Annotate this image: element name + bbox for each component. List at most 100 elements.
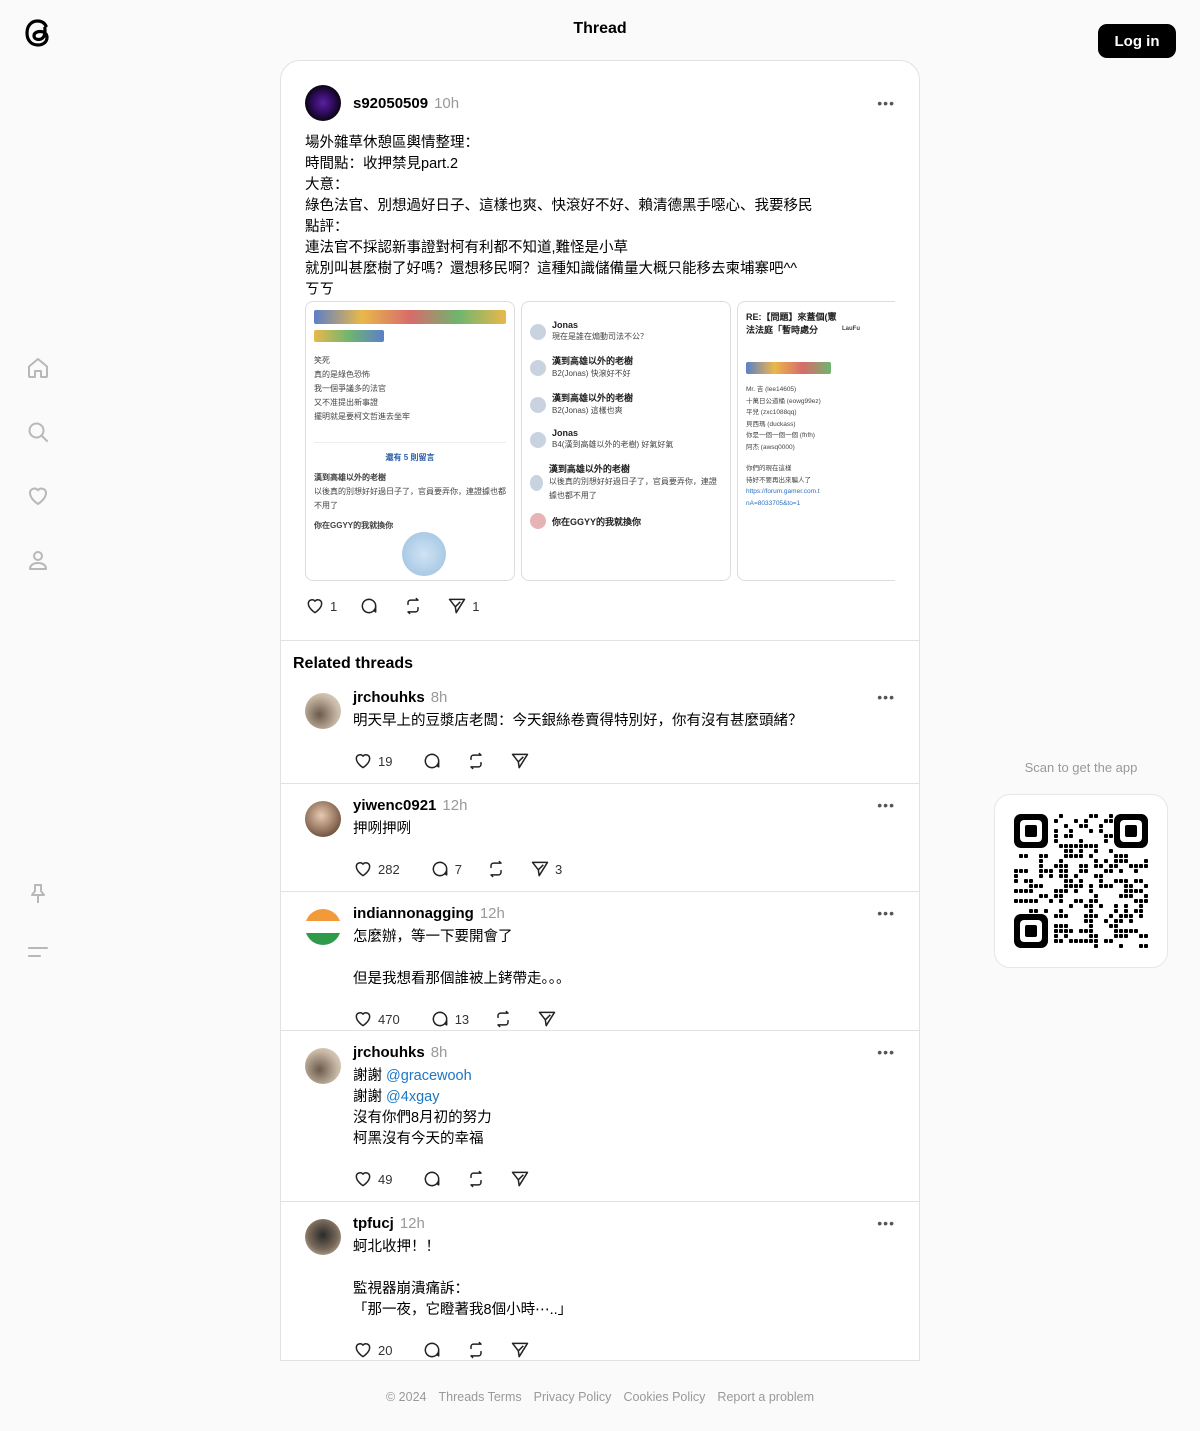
like-button[interactable]: 19 [353, 751, 392, 771]
more-icon[interactable]: ••• [877, 905, 895, 921]
comment-line: 待好不要再出來騙人了 [746, 476, 811, 484]
avatar[interactable] [305, 1048, 341, 1084]
reply-button[interactable]: 7 [430, 859, 462, 879]
login-button[interactable]: Log in [1098, 24, 1176, 58]
repost-button[interactable] [493, 1009, 513, 1029]
heart-icon [355, 1343, 371, 1358]
more-icon[interactable]: ••• [877, 95, 895, 111]
gallery-image[interactable]: 笑死 真的是綠色恐怖 我一個爭議多的法官 又不准提出新事證 擺明就是要柯文哲進去… [305, 301, 515, 581]
reply-button[interactable] [359, 596, 379, 616]
comment-line: 你是一個一個一個 (fhfh) [746, 432, 815, 439]
repost-button[interactable] [486, 859, 506, 879]
thread-username[interactable]: tpfucj [353, 1215, 394, 1232]
avatar[interactable] [305, 85, 341, 121]
comment-text: B4(漢到高雄以外的老樹) 好氣好氣 [552, 440, 674, 449]
share-button[interactable]: 3 [530, 859, 562, 879]
comment-icon [425, 1342, 440, 1358]
divider [281, 1030, 919, 1031]
related-thread[interactable]: indiannonagging 12h ••• 怎麼辦，等一下要開會了 但是我想… [305, 901, 895, 1034]
footer-link-cookies[interactable]: Cookies Policy [623, 1390, 705, 1404]
repost-icon [470, 1341, 483, 1359]
repost-button[interactable] [403, 596, 423, 616]
share-button[interactable] [510, 1340, 530, 1360]
gallery-image[interactable]: Jonas 現在是誰在煽動司法不公？ 漢到高雄以外的老樹 B2(Jonas) 快滾好… [521, 301, 731, 581]
profile-icon[interactable] [24, 546, 52, 574]
reply-button[interactable] [422, 1340, 442, 1360]
avatar[interactable] [305, 693, 341, 729]
comment-icon [425, 753, 440, 769]
send-icon [538, 1011, 556, 1027]
heart-icon[interactable] [24, 482, 52, 510]
reply-button[interactable]: 13 [430, 1009, 469, 1029]
more-icon[interactable]: ••• [877, 689, 895, 705]
main-post: s92050509 10h ••• 場外雜草休憩區輿情整理： 時間點：收押禁見p… [305, 83, 895, 621]
comment-line: 真的是綠色恐怖 [314, 370, 370, 379]
search-icon[interactable] [24, 418, 52, 446]
send-icon [512, 1171, 529, 1187]
like-button[interactable]: 282 [353, 859, 400, 879]
thread-text: 蚵北收押！！ 監視器崩潰痛訴： 「那一夜，它瞪著我8個小時⋯..」 [353, 1239, 573, 1318]
post-actions: 1 1 [305, 591, 895, 621]
comment-text: 以後真的別想好好過日子了，官員要弄你，連證據也都不用了 [548, 477, 717, 500]
thread-username[interactable]: jrchouhks [353, 689, 425, 706]
thread-username[interactable]: jrchouhks [353, 1044, 425, 1061]
comment-text: 現在是誰在煽動司法不公？ [552, 332, 648, 341]
share-button[interactable] [510, 1169, 530, 1189]
share-count: 3 [554, 861, 563, 877]
menu-icon[interactable] [24, 938, 52, 966]
comment-icon [432, 861, 448, 877]
mention-link[interactable]: @gracewooh [386, 1068, 472, 1084]
repost-button[interactable] [466, 1340, 486, 1360]
share-count: 1 [472, 598, 480, 614]
mention-link[interactable]: @4xgay [386, 1089, 439, 1105]
avatar[interactable] [305, 909, 341, 945]
avatar[interactable] [305, 801, 341, 837]
avatar[interactable] [305, 1219, 341, 1255]
footer-link-terms[interactable]: Threads Terms [439, 1390, 522, 1404]
comment-icon [361, 598, 377, 614]
like-button[interactable]: 20 [353, 1340, 392, 1360]
post-username[interactable]: s92050509 [353, 95, 428, 112]
footer-link-privacy[interactable]: Privacy Policy [534, 1390, 612, 1404]
related-thread[interactable]: yiwenc0921 12h ••• 押咧押咧 282 7 3 [305, 793, 895, 884]
repost-button[interactable] [466, 1169, 486, 1189]
comment-text: B2(Jonas) 這樣也爽 [552, 406, 623, 415]
home-icon[interactable] [24, 354, 52, 382]
image-gallery[interactable]: 笑死 真的是綠色恐怖 我一個爭議多的法官 又不准提出新事證 擺明就是要柯文哲進去… [305, 301, 895, 581]
repost-icon [407, 597, 419, 615]
send-icon [512, 753, 529, 769]
reply-count: 7 [454, 861, 462, 877]
comment-line: 阿杰 (awsq0000) [746, 443, 795, 451]
thread-username[interactable]: yiwenc0921 [353, 797, 436, 814]
like-button[interactable]: 49 [353, 1169, 392, 1189]
related-thread[interactable]: jrchouhks 8h ••• 明天早上的豆漿店老闆：今天銀絲卷賣得特別好，你… [305, 685, 895, 776]
comment-text: B2(Jonas) 快滾好不好 [552, 369, 631, 378]
reply-button[interactable] [422, 1169, 442, 1189]
like-button[interactable]: 470 [353, 1009, 400, 1029]
more-icon[interactable]: ••• [877, 1215, 895, 1231]
more-icon[interactable]: ••• [877, 1044, 895, 1060]
thread-text-part: 沒有你們8月初的努力 柯黑沒有今天的幸福 [353, 1110, 492, 1147]
footer-link-report[interactable]: Report a problem [717, 1390, 814, 1404]
thread-text: 押咧押咧 [353, 821, 411, 837]
commenter: Jonas [552, 320, 579, 330]
thread-username[interactable]: indiannonagging [353, 905, 474, 922]
related-thread[interactable]: tpfucj 12h ••• 蚵北收押！！ 監視器崩潰痛訴： 「那一夜，它瞪著我… [305, 1211, 895, 1365]
like-button[interactable]: 1 [305, 596, 337, 616]
heart-icon [307, 599, 323, 614]
thread-time: 12h [442, 796, 468, 814]
share-button[interactable] [510, 751, 530, 771]
comment-line: 十萬日公道桶 (eowg99ez) [746, 397, 821, 405]
pin-icon[interactable] [24, 880, 52, 908]
divider [281, 1201, 919, 1202]
repost-button[interactable] [466, 751, 486, 771]
share-button[interactable] [537, 1009, 557, 1029]
related-thread[interactable]: jrchouhks 8h ••• 謝謝 @gracewooh 謝謝 @4xgay… [305, 1040, 895, 1194]
share-button[interactable]: 1 [447, 596, 479, 616]
gallery-image[interactable]: RE:【問題】來蓋個(憲法法庭「暫時處分 Mr. 吉 (lee14605) 十萬… [737, 301, 895, 581]
thread-card: s92050509 10h ••• 場外雜草休憩區輿情整理： 時間點：收押禁見p… [280, 60, 920, 1361]
reply-button[interactable] [422, 751, 442, 771]
more-icon[interactable]: ••• [877, 797, 895, 813]
comment-line: Mr. 吉 (lee14605) [746, 386, 797, 393]
commenter: LauFu [842, 326, 860, 332]
